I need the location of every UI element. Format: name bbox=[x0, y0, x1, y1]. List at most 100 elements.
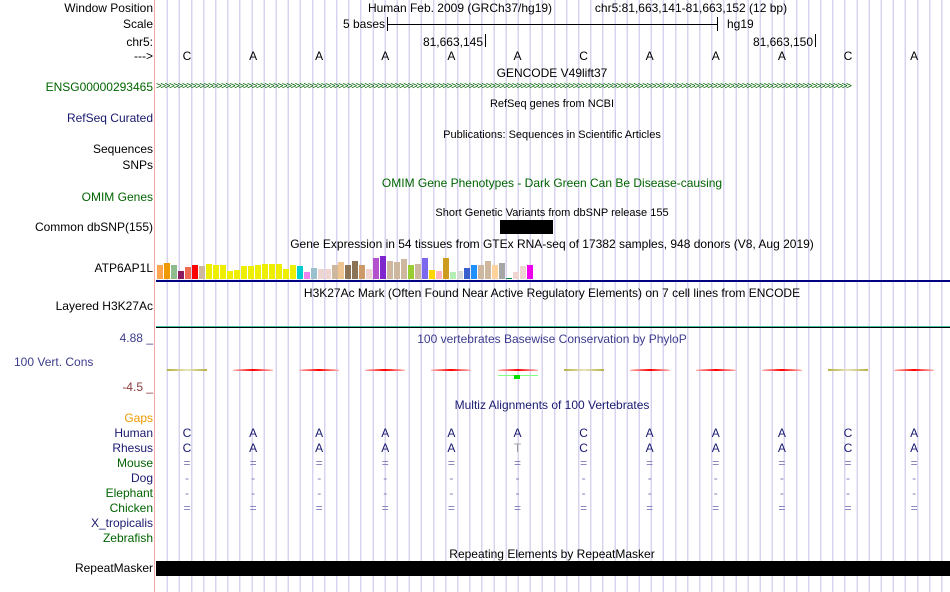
species-label[interactable]: Human bbox=[114, 426, 153, 440]
alignment-base: A bbox=[381, 441, 390, 455]
gtex-tissue-bar[interactable] bbox=[429, 270, 436, 279]
species-label[interactable]: Elephant bbox=[106, 486, 153, 500]
gtex-tissue-bar[interactable] bbox=[289, 265, 296, 279]
scale-label: Scale bbox=[122, 17, 153, 31]
gtex-tissue-bar[interactable] bbox=[205, 264, 212, 279]
gtex-tissue-bar[interactable] bbox=[226, 271, 233, 279]
gtex-tissue-bar[interactable] bbox=[506, 278, 512, 279]
species-label[interactable]: X_tropicalis bbox=[91, 516, 153, 530]
gtex-tissue-bar[interactable] bbox=[471, 265, 478, 279]
alignment-base: A bbox=[777, 426, 786, 440]
pubs-label-snps[interactable]: SNPs bbox=[122, 158, 153, 172]
gtex-tissue-bar[interactable] bbox=[324, 269, 331, 279]
alignment-base: = bbox=[712, 456, 720, 470]
gtex-tissue-bar[interactable] bbox=[261, 264, 268, 279]
species-label[interactable]: Mouse bbox=[117, 456, 153, 470]
alignment-base: - bbox=[581, 471, 586, 485]
gtex-tissue-bar[interactable] bbox=[464, 268, 471, 279]
gtex-tissue-bar[interactable] bbox=[373, 258, 380, 279]
species-label[interactable]: Rhesus bbox=[112, 441, 153, 455]
gtex-tissue-bar[interactable] bbox=[512, 272, 519, 279]
base-letter: A bbox=[645, 49, 654, 63]
alignment-base: = bbox=[381, 501, 389, 515]
dbsnp-title: Short Genetic Variants from dbSNP releas… bbox=[435, 207, 669, 219]
gtex-tissue-bar[interactable] bbox=[443, 258, 450, 279]
dbsnp-variant[interactable] bbox=[500, 220, 553, 234]
gtex-tissue-bar[interactable] bbox=[177, 271, 184, 279]
gtex-tissue-bar[interactable] bbox=[519, 266, 526, 279]
gtex-tissue-bar[interactable] bbox=[359, 265, 366, 279]
gtex-tissue-bar[interactable] bbox=[408, 265, 415, 279]
alignment-base: = bbox=[513, 501, 521, 515]
gtex-tissue-bar[interactable] bbox=[422, 258, 429, 279]
gtex-tissue-bar[interactable] bbox=[366, 269, 373, 279]
rmsk-element[interactable] bbox=[156, 561, 950, 576]
base-letter: A bbox=[513, 49, 522, 63]
gtex-tissue-bar[interactable] bbox=[387, 261, 394, 279]
gtex-tissue-bar[interactable] bbox=[233, 270, 240, 279]
gtex-tissue-bar[interactable] bbox=[254, 265, 261, 279]
gtex-tissue-bar[interactable] bbox=[478, 265, 485, 279]
alignment-base: - bbox=[383, 486, 388, 500]
gtex-tissue-bar[interactable] bbox=[275, 264, 282, 279]
gtex-tissue-bar[interactable] bbox=[499, 263, 506, 279]
gtex-label[interactable]: ATP6AP1L bbox=[95, 261, 153, 275]
gtex-tissue-bar[interactable] bbox=[380, 256, 387, 279]
gtex-tissue-bar[interactable] bbox=[401, 259, 408, 279]
gencode-gene-feature[interactable]: >>>>>>>>>>>>>>>>>>>>>>>>>>>>>>>>>>>>>>>>… bbox=[156, 80, 950, 94]
gtex-tissue-bar[interactable] bbox=[492, 265, 499, 279]
gtex-tissue-bar[interactable] bbox=[485, 261, 492, 279]
gtex-tissue-bar[interactable] bbox=[526, 265, 533, 279]
gtex-tissue-bar[interactable] bbox=[219, 265, 226, 279]
gtex-tissue-bar[interactable] bbox=[268, 264, 275, 279]
gtex-tissue-bar[interactable] bbox=[331, 265, 338, 279]
omim-label[interactable]: OMIM Genes bbox=[82, 190, 153, 204]
gtex-tissue-bar[interactable] bbox=[184, 267, 191, 279]
gtex-tissue-bar[interactable] bbox=[247, 266, 254, 279]
base-letter: C bbox=[579, 49, 588, 63]
refseq-label[interactable]: RefSeq Curated bbox=[67, 111, 153, 125]
gtex-tissue-bar[interactable] bbox=[450, 272, 457, 279]
gtex-tissue-bar[interactable] bbox=[296, 266, 303, 279]
phylop-label[interactable]: 100 Vert. Cons bbox=[14, 355, 93, 369]
position-readout: chr5:81,663,141-81,663,152 (12 bp) bbox=[594, 1, 788, 15]
alignment-base: C bbox=[843, 426, 853, 440]
gtex-tissue-bar[interactable] bbox=[212, 265, 219, 279]
alignment-base: A bbox=[447, 441, 456, 455]
gtex-tissue-bar[interactable] bbox=[163, 263, 170, 279]
dbsnp-label[interactable]: Common dbSNP(155) bbox=[35, 220, 153, 234]
gtex-tissue-bar[interactable] bbox=[303, 272, 310, 279]
alignment-base: = bbox=[844, 456, 852, 470]
conservation-score bbox=[513, 375, 520, 379]
gtex-tissue-bar[interactable] bbox=[240, 266, 247, 279]
rmsk-label[interactable]: RepeatMasker bbox=[75, 561, 153, 575]
species-label[interactable]: Dog bbox=[131, 471, 153, 485]
gtex-tissue-bar[interactable] bbox=[170, 265, 177, 279]
gtex-tissue-bar[interactable] bbox=[345, 265, 352, 279]
assembly-title: Human Feb. 2009 (GRCh37/hg19) bbox=[367, 1, 553, 15]
gtex-tissue-bar[interactable] bbox=[317, 269, 324, 279]
gtex-tissue-bar[interactable] bbox=[282, 269, 289, 279]
alignment-base: A bbox=[645, 426, 654, 440]
alignment-base: = bbox=[315, 501, 323, 515]
gtex-tissue-bar[interactable] bbox=[310, 268, 317, 279]
species-label[interactable]: Zebrafish bbox=[103, 531, 153, 545]
gtex-tissue-bar[interactable] bbox=[191, 265, 198, 279]
gtex-tissue-bar[interactable] bbox=[415, 264, 422, 279]
h3k27ac-label[interactable]: Layered H3K27Ac bbox=[56, 299, 153, 313]
conservation-score bbox=[167, 369, 207, 371]
pubs-label-sequences[interactable]: Sequences bbox=[93, 142, 153, 156]
gtex-tissue-bar[interactable] bbox=[394, 262, 401, 279]
gtex-tissue-bar[interactable] bbox=[457, 271, 464, 279]
gaps-label[interactable]: Gaps bbox=[124, 411, 153, 425]
gtex-tissue-bar[interactable] bbox=[436, 271, 443, 279]
alignment-base: A bbox=[381, 426, 390, 440]
h3k27ac-title: H3K27Ac Mark (Often Found Near Active Re… bbox=[303, 286, 801, 300]
gtex-tissue-bar[interactable] bbox=[198, 266, 205, 279]
gtex-tissue-bar[interactable] bbox=[352, 261, 359, 279]
species-label[interactable]: Chicken bbox=[110, 501, 153, 515]
alignment-base: A bbox=[249, 426, 258, 440]
gtex-tissue-bar[interactable] bbox=[157, 265, 163, 279]
gtex-tissue-bar[interactable] bbox=[338, 262, 345, 279]
gencode-gene-label[interactable]: ENSG00000293465 bbox=[46, 80, 153, 94]
